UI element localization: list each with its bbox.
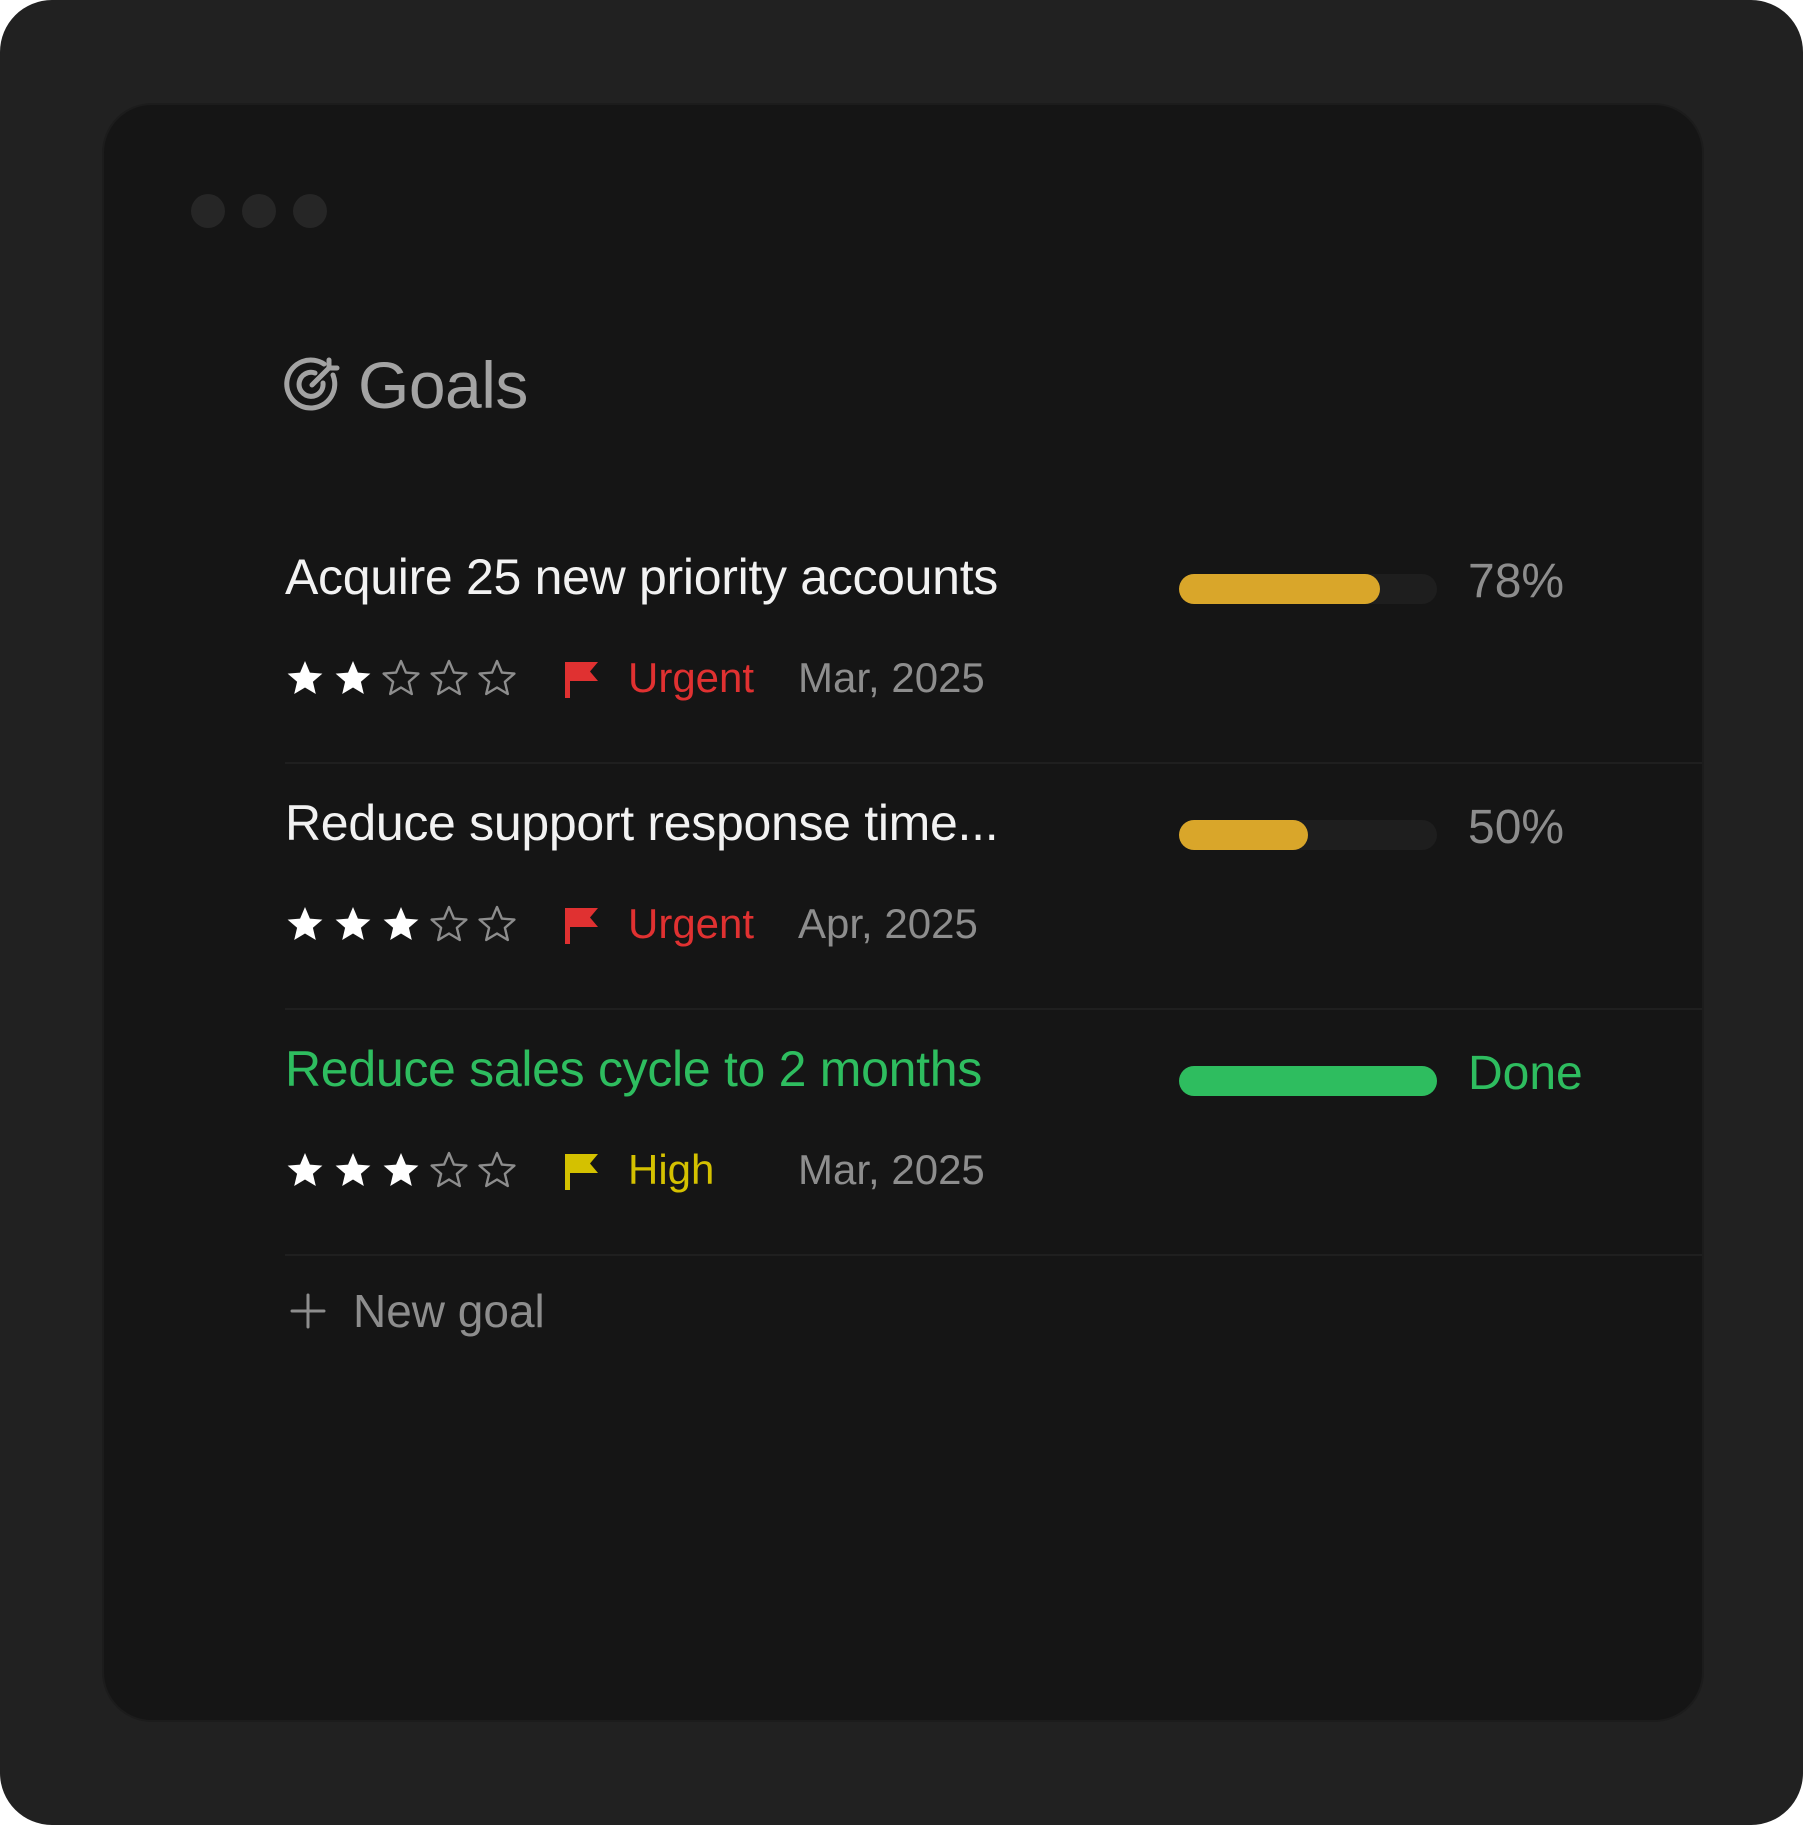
star-empty-icon[interactable] [429,658,469,698]
page-header: Goals [282,340,528,430]
window-dot-3[interactable] [293,194,327,228]
priority-badge[interactable]: Urgent [628,900,754,948]
star-filled-icon[interactable] [285,658,325,698]
progress-fill [1179,1066,1437,1096]
goal-row[interactable]: Reduce support response time... 50% Urgent… [285,764,1702,1010]
star-filled-icon[interactable] [333,904,373,944]
star-empty-icon[interactable] [477,658,517,698]
goal-row[interactable]: Reduce sales cycle to 2 months Done High Ma… [285,1010,1702,1256]
star-empty-icon[interactable] [429,904,469,944]
goal-title[interactable]: Acquire 25 new priority accounts [285,548,998,606]
goal-row[interactable]: Acquire 25 new priority accounts 78% Urgen… [285,518,1702,764]
star-filled-icon[interactable] [381,1150,421,1190]
star-filled-icon[interactable] [381,904,421,944]
progress-label: 50% [1468,801,1565,854]
new-goal-label: New goal [353,1285,545,1337]
progress-label: 78% [1468,555,1565,608]
due-date[interactable]: Mar, 2025 [798,654,985,702]
due-date[interactable]: Mar, 2025 [798,1146,985,1194]
plus-icon [290,1293,326,1329]
rating-stars[interactable] [285,904,517,944]
star-empty-icon[interactable] [429,1150,469,1190]
row-divider [285,1254,1702,1256]
priority-badge[interactable]: High [628,1146,714,1194]
progress-fill [1179,574,1381,604]
star-empty-icon[interactable] [477,904,517,944]
new-goal-button[interactable]: New goal [285,1284,545,1338]
star-filled-icon[interactable] [333,1150,373,1190]
star-empty-icon[interactable] [477,1150,517,1190]
priority-badge[interactable]: Urgent [628,654,754,702]
star-empty-icon[interactable] [381,658,421,698]
progress-label: Done [1468,1047,1583,1100]
flag-icon [565,908,598,944]
progress-bar [1179,1066,1437,1096]
rating-stars[interactable] [285,1150,517,1190]
star-filled-icon[interactable] [333,658,373,698]
window-dot-1[interactable] [191,194,225,228]
flag-icon [565,1154,598,1190]
star-filled-icon[interactable] [285,904,325,944]
progress-bar [1179,574,1437,604]
rating-stars[interactable] [285,658,517,698]
target-icon [284,357,340,411]
window-dot-2[interactable] [242,194,276,228]
page-title: Goals [358,348,528,422]
progress-bar [1179,820,1437,850]
goal-title[interactable]: Reduce support response time... [285,794,999,852]
due-date[interactable]: Apr, 2025 [798,900,978,948]
goal-title[interactable]: Reduce sales cycle to 2 months [285,1040,982,1098]
star-filled-icon[interactable] [285,1150,325,1190]
progress-fill [1179,820,1308,850]
app-frame: Goals Acquire 25 new priority accounts 78… [0,0,1803,1825]
flag-icon [565,662,598,698]
